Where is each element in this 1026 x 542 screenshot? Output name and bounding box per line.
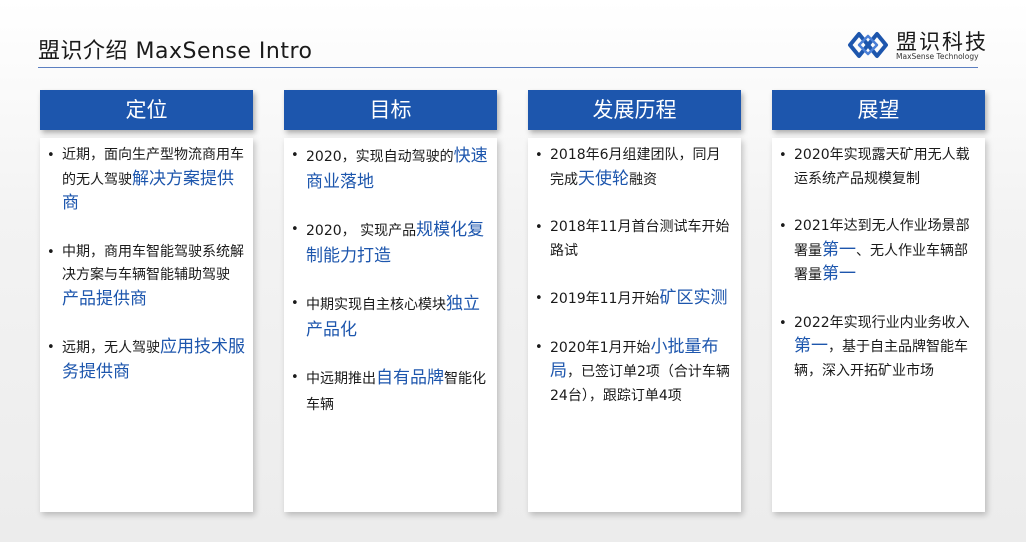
list-item: • 中远期推出自有品牌智能化车辆: [291, 366, 489, 417]
bullet: •: [47, 244, 55, 260]
item-text: 2018年11月首台测试车开始路试: [550, 219, 730, 259]
item-text: 中期实现自主核心模块: [306, 297, 446, 313]
item-text-after: 融资: [629, 171, 657, 188]
item-highlight: 产品提供商: [62, 288, 147, 309]
item-highlight-2: 第一: [822, 264, 856, 284]
list-item: • 2020， 实现产品规模化复制能力打造: [291, 218, 489, 268]
bullet: •: [291, 296, 299, 311]
bullet: •: [535, 339, 543, 355]
item-text: 远期，无人驾驶: [62, 340, 160, 356]
item-text: 2020年1月开始: [550, 339, 651, 356]
header-divider: [38, 67, 978, 68]
bullet: •: [779, 219, 787, 234]
list-item: • 2021年达到无人作业场景部署量第一、无人作业车辆部署量第一: [779, 215, 977, 288]
item-text: 中期，商用车智能驾驶系统解决方案与车辆智能辅助驾驶: [62, 243, 244, 284]
column-outlook: 展望 • 2020年实现露天矿用无人载运系统产品规模复制 • 2021年达到无人作业…: [772, 90, 985, 512]
bullet: •: [291, 370, 299, 385]
bullet: •: [47, 148, 55, 163]
item-highlight: 自有品牌: [376, 368, 444, 388]
bullet: •: [535, 148, 543, 163]
logo-mark-icon: [848, 32, 888, 58]
item-text: 中远期推出: [306, 371, 376, 387]
bullet: •: [535, 291, 543, 306]
item-highlight: 第一: [822, 239, 856, 260]
column-body: • 近期，面向生产型物流商用车的无人驾驶解决方案提供商 • 中期，商用车智能驾驶系统…: [40, 138, 253, 512]
column-history: 发展历程 • 2018年6月组建团队，同月完成天使轮融资 • 2018年11月首台测…: [528, 90, 741, 512]
column-body: • 2018年6月组建团队，同月完成天使轮融资 • 2018年11月首台测试车开始路…: [528, 138, 741, 512]
logo-text-en: MaxSense Technology: [896, 52, 979, 61]
item-text-after: ，已签订单2项（合计车辆24台），跟踪订单4项: [550, 364, 730, 404]
list-item: • 近期，面向生产型物流商用车的无人驾驶解决方案提供商: [47, 144, 245, 217]
list-item: • 中期实现自主核心模块独立产品化: [291, 292, 489, 342]
list-item: • 2022年实现行业内业务收入第一，基于自主品牌智能车辆，深入开拓矿业市场: [779, 312, 977, 384]
column-body: • 2020，实现自动驾驶的快速商业落地 • 2020， 实现产品规模化复制能力打造…: [284, 138, 497, 512]
list-item: • 2018年6月组建团队，同月完成天使轮融资: [535, 144, 733, 192]
bullet: •: [47, 340, 55, 355]
bullet: •: [291, 148, 299, 163]
list-item: • 中期，商用车智能驾驶系统解决方案与车辆智能辅助驾驶产品提供商: [47, 241, 245, 313]
column-goals: 目标 • 2020，实现自动驾驶的快速商业落地 • 2020， 实现产品规模化复制能…: [284, 90, 497, 512]
item-highlight: 天使轮: [578, 168, 629, 189]
item-text: 2019年11月开始: [550, 291, 660, 307]
column-body: • 2020年实现露天矿用无人载运系统产品规模复制 • 2021年达到无人作业场景部…: [772, 138, 985, 512]
list-item: • 远期，无人驾驶应用技术服务提供商: [47, 336, 245, 385]
column-title: 发展历程: [528, 90, 741, 130]
list-item: • 2018年11月首台测试车开始路试: [535, 216, 733, 263]
list-item: • 2020年1月开始小批量布局，已签订单2项（合计车辆24台），跟踪订单4项: [535, 336, 733, 409]
column-positioning: 定位 • 近期，面向生产型物流商用车的无人驾驶解决方案提供商 • 中期，商用车智能驾…: [40, 90, 253, 512]
company-logo: 盟识科技 MaxSense Technology: [846, 28, 986, 66]
item-text: 2020年实现露天矿用无人载运系统产品规模复制: [794, 147, 970, 187]
item-highlight: 矿区实测: [659, 288, 728, 308]
list-item: • 2019年11月开始矿区实测: [535, 287, 733, 312]
item-text: 2020，实现自动驾驶的: [306, 149, 454, 165]
list-item: • 2020年实现露天矿用无人载运系统产品规模复制: [779, 144, 977, 191]
bullet: •: [779, 148, 787, 163]
item-text: 2020， 实现产品: [306, 223, 417, 239]
slide: 盟识介绍 MaxSense Intro 盟识科技 MaxSense Techno…: [0, 0, 1026, 542]
bullet: •: [535, 220, 543, 235]
column-title: 展望: [772, 90, 985, 130]
item-text: 2022年实现行业内业务收入: [794, 314, 970, 331]
column-title: 定位: [40, 90, 253, 130]
item-highlight: 第一: [794, 336, 828, 356]
bullet: •: [779, 315, 787, 331]
page-title: 盟识介绍 MaxSense Intro: [38, 39, 313, 64]
column-title: 目标: [284, 90, 497, 130]
list-item: • 2020，实现自动驾驶的快速商业落地: [291, 144, 489, 194]
bullet: •: [291, 222, 299, 237]
